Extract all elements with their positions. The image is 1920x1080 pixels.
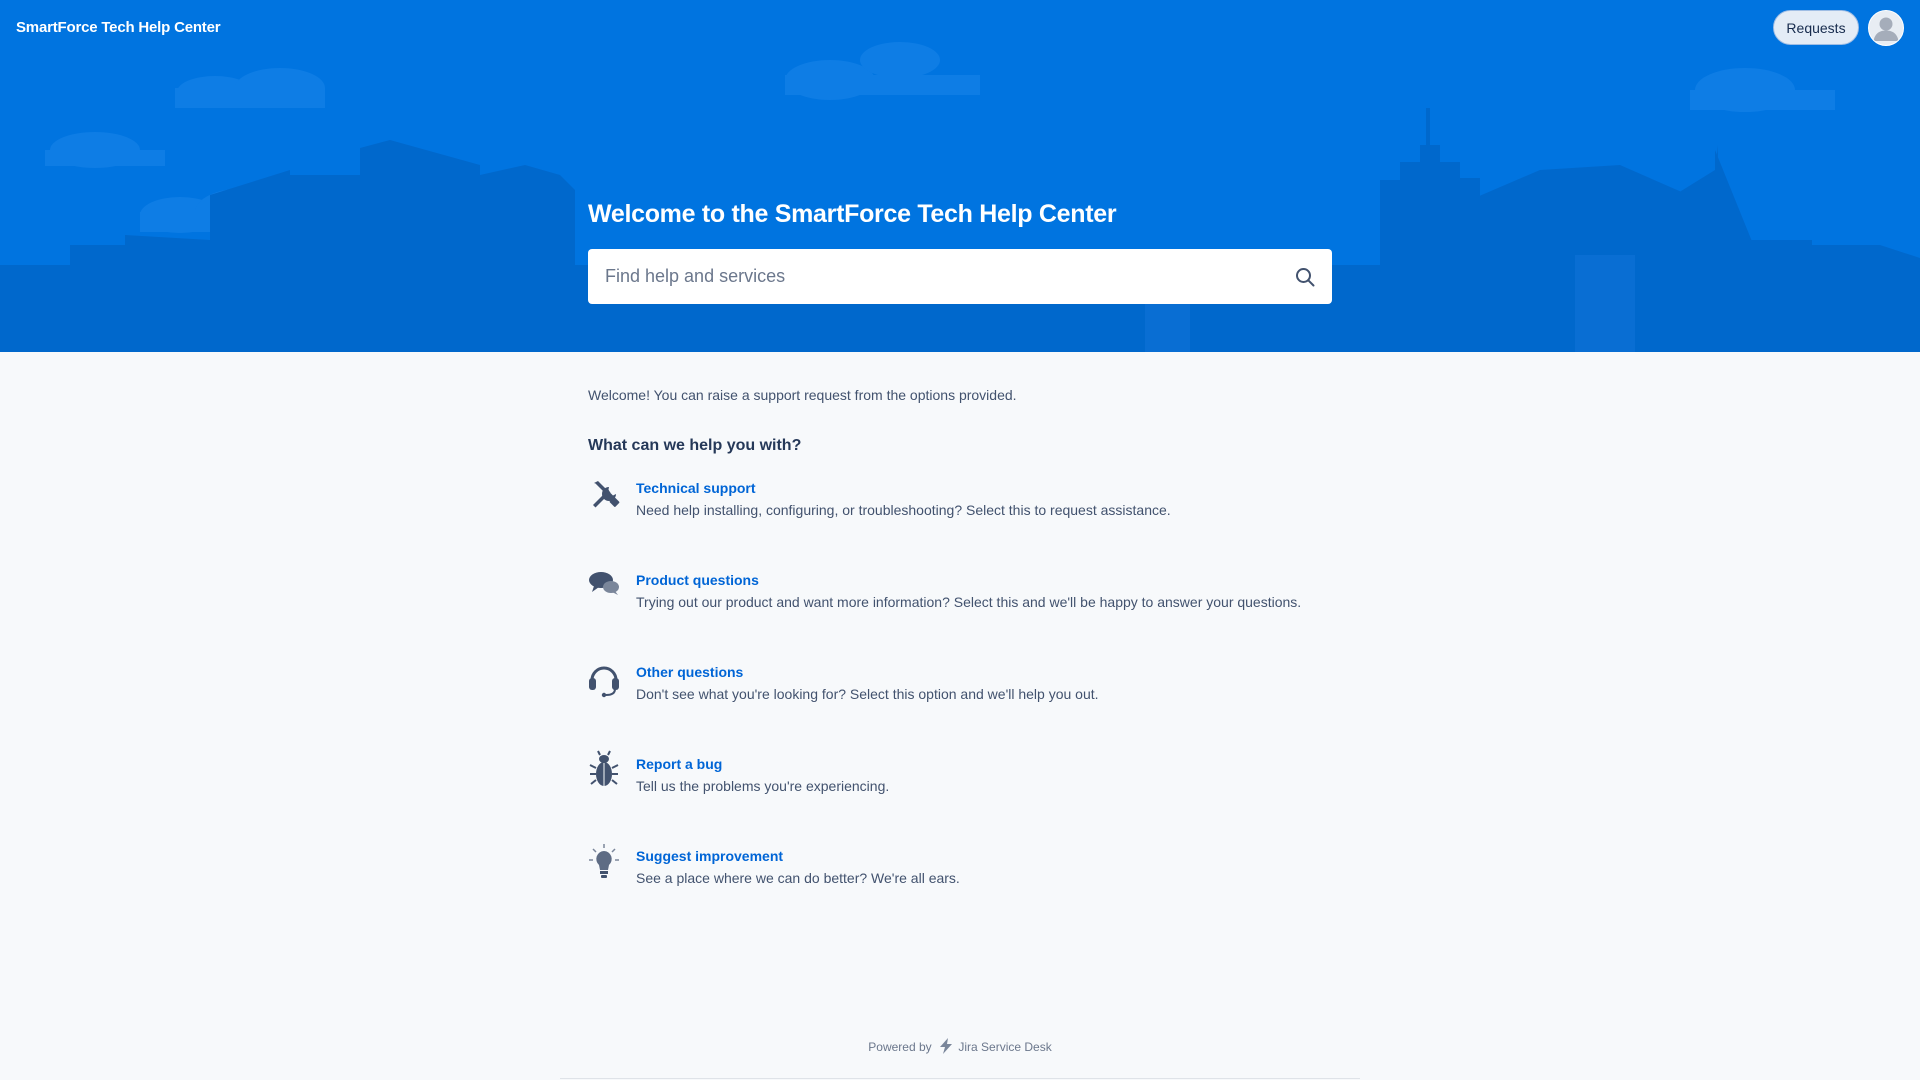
search-box [588,249,1332,304]
option-description: Trying out our product and want more inf… [636,594,1302,610]
wrench-screwdriver-icon [588,474,620,514]
jira-bolt-icon [939,1038,953,1054]
bug-icon [588,750,620,790]
option-title[interactable]: Technical support [636,480,756,496]
option-title[interactable]: Suggest improvement [636,848,783,864]
jira-service-desk-link[interactable]: Jira Service Desk [958,1040,1051,1054]
request-type-report-a-bug[interactable]: Report a bug Tell us the problems you're… [588,750,1348,816]
welcome-message: Welcome! You can raise a support request… [588,387,1017,403]
help-center-brand[interactable]: SmartForce Tech Help Center [16,19,221,36]
option-description: See a place where we can do better? We'r… [636,870,960,886]
option-description: Don't see what you're looking for? Selec… [636,686,1099,702]
page-title: Welcome to the SmartForce Tech Help Cent… [588,200,1117,228]
search-icon[interactable] [1294,266,1316,288]
request-type-technical-support[interactable]: Technical support Need help installing, … [588,480,1348,540]
user-avatar-icon[interactable] [1868,10,1904,46]
requests-button[interactable]: Requests [1773,10,1859,45]
option-title[interactable]: Other questions [636,664,743,680]
headset-icon [588,658,620,698]
footer-divider [560,1078,1360,1079]
section-title: What can we help you with? [588,437,802,454]
request-type-suggest-improvement[interactable]: Suggest improvement See a place where we… [588,844,1348,908]
request-type-other-questions[interactable]: Other questions Don't see what you're lo… [588,664,1348,724]
option-description: Need help installing, configuring, or tr… [636,502,1171,518]
option-description: Tell us the problems you're experiencing… [636,778,890,794]
hero-banner: SmartForce Tech Help Center Requests Wel… [0,0,1920,352]
option-title[interactable]: Report a bug [636,756,722,772]
powered-by-label: Powered by [868,1040,932,1054]
option-title[interactable]: Product questions [636,572,759,588]
search-input[interactable] [605,249,1265,304]
footer: Powered by Jira Service Desk [0,1038,1920,1054]
lightbulb-icon [588,842,620,882]
request-type-product-questions[interactable]: Product questions Trying out our product… [588,572,1348,632]
chat-bubbles-icon [588,566,620,606]
